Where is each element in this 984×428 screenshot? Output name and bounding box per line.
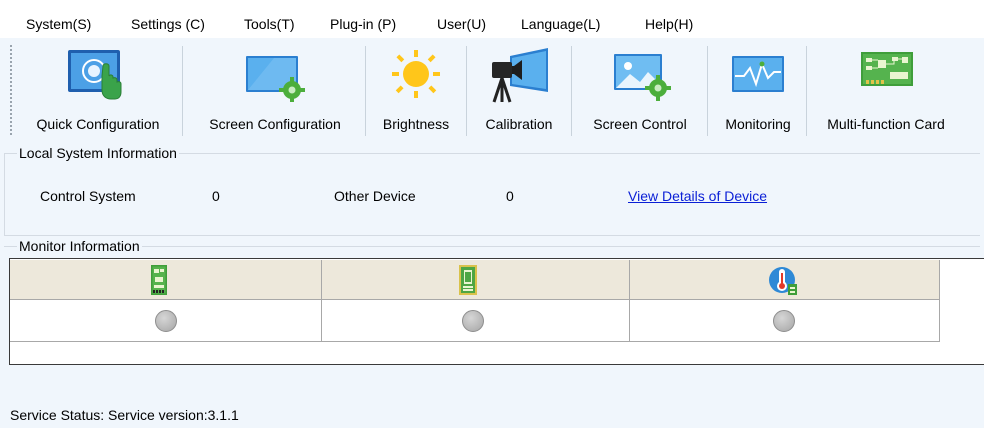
monitor-group-border (4, 246, 980, 247)
toolbar-separator (466, 46, 467, 136)
control-system-count: 0 (212, 188, 220, 204)
quick-configuration-label: Quick Configuration (36, 116, 160, 132)
calibration-label: Calibration (485, 116, 553, 132)
temperature-status-indicator (773, 310, 795, 332)
module-card-icon (459, 265, 477, 295)
toolbar-separator (806, 46, 807, 136)
menu-user[interactable]: User(U) (437, 16, 486, 32)
temperature-icon (769, 267, 797, 295)
brightness-button[interactable]: Brightness (368, 38, 464, 138)
screen-configuration-button[interactable]: Screen Configuration (188, 38, 362, 138)
menu-bar: System(S) Settings (C) Tools(T) Plug-in … (0, 0, 984, 38)
calibration-button[interactable]: Calibration (470, 38, 568, 138)
multifunction-card-button[interactable]: Multi-function Card (812, 38, 960, 138)
other-device-label: Other Device (334, 188, 416, 204)
menu-tools[interactable]: Tools(T) (244, 16, 295, 32)
view-details-link[interactable]: View Details of Device (628, 188, 767, 204)
monitor-header-temperature (630, 260, 940, 300)
toolbar-separator (707, 46, 708, 136)
monitor-cell-module (322, 300, 630, 342)
toolbar-separator (182, 46, 183, 136)
local-system-group-border (4, 153, 5, 235)
toolbar-separator (571, 46, 572, 136)
screen-control-label: Screen Control (593, 116, 687, 132)
monitor-cell-temperature (630, 300, 940, 342)
control-system-label: Control System (40, 188, 136, 204)
screen-config-icon (246, 56, 305, 102)
monitoring-icon (732, 56, 784, 92)
local-system-group-border (4, 235, 980, 236)
quick-config-icon (68, 50, 122, 100)
receiving-card-icon (151, 265, 167, 295)
monitor-cell-receiving-card (10, 300, 322, 342)
calibration-icon (492, 48, 548, 103)
brightness-label: Brightness (382, 116, 450, 132)
monitor-header-receiving-card (10, 260, 322, 300)
other-device-count: 0 (506, 188, 514, 204)
menu-settings[interactable]: Settings (C) (131, 16, 205, 32)
menu-plugin[interactable]: Plug-in (P) (330, 16, 396, 32)
menu-help[interactable]: Help(H) (645, 16, 693, 32)
monitoring-button[interactable]: Monitoring (712, 38, 804, 138)
menu-system[interactable]: System(S) (26, 16, 91, 32)
multifunction-card-icon (861, 52, 913, 86)
local-system-title: Local System Information (17, 145, 179, 161)
toolbar-separator (365, 46, 366, 136)
monitor-header-module (322, 260, 630, 300)
brightness-icon (392, 50, 440, 98)
screen-configuration-label: Screen Configuration (209, 116, 341, 132)
receiving-card-status-indicator (155, 310, 177, 332)
service-status-text: Service Status: Service version:3.1.1 (10, 407, 239, 423)
screen-control-button[interactable]: Screen Control (576, 38, 704, 138)
toolbar-grip[interactable] (10, 45, 12, 137)
multifunction-card-label: Multi-function Card (827, 116, 945, 132)
menu-language[interactable]: Language(L) (521, 16, 600, 32)
quick-configuration-button[interactable]: Quick Configuration (18, 38, 178, 138)
monitoring-label: Monitoring (725, 116, 791, 132)
monitor-info-title: Monitor Information (17, 238, 142, 254)
screen-control-icon (614, 54, 671, 101)
module-status-indicator (462, 310, 484, 332)
